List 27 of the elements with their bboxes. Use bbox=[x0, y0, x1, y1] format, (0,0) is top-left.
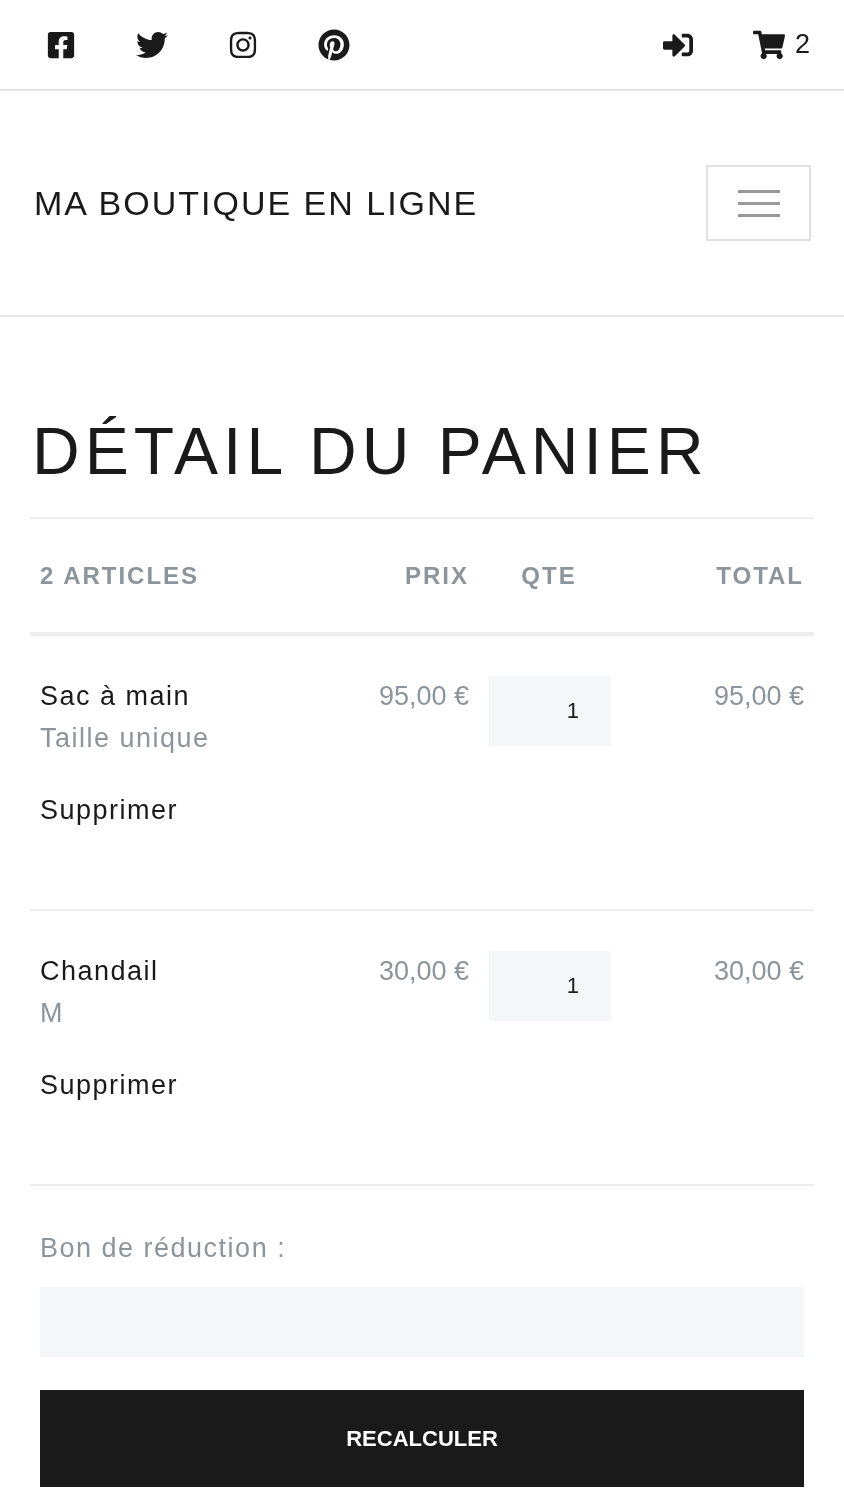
remove-link[interactable]: Supprimer bbox=[40, 790, 319, 831]
column-header: TOTAL bbox=[715, 560, 804, 591]
page-title: DÉTAIL DU PANIER bbox=[31, 413, 710, 489]
product-price: 95,00 € bbox=[377, 680, 469, 713]
column-header: PRIX bbox=[404, 560, 469, 591]
brand-name[interactable]: MA BOUTIQUE EN LIGNE bbox=[34, 177, 479, 229]
product-variant: Taille unique bbox=[40, 722, 211, 755]
menu-button[interactable] bbox=[706, 165, 811, 241]
cart-count: 2 bbox=[794, 28, 810, 62]
instagram-icon[interactable] bbox=[228, 29, 258, 60]
quantity-field[interactable]: 1 bbox=[489, 676, 611, 746]
line-total: 30,00 € bbox=[712, 955, 804, 988]
line-total: 95,00 € bbox=[712, 680, 804, 713]
product-variant: M bbox=[40, 997, 65, 1030]
product-name: Chandail bbox=[40, 955, 160, 988]
cart-icon[interactable] bbox=[752, 28, 785, 61]
column-header: QTE bbox=[520, 560, 578, 591]
column-header: 2 ARTICLES bbox=[40, 560, 201, 591]
menu-icon bbox=[737, 189, 780, 217]
product-price: 30,00 € bbox=[377, 955, 469, 988]
coupon-label: Bon de réduction : bbox=[40, 1232, 288, 1265]
recalculate-button[interactable]: RECALCULER bbox=[40, 1389, 804, 1487]
facebook-icon[interactable] bbox=[46, 29, 76, 60]
quantity-field[interactable]: 1 bbox=[489, 951, 611, 1021]
pinterest-icon[interactable] bbox=[318, 28, 350, 61]
product-name: Sac à main bbox=[40, 680, 192, 713]
remove-link[interactable]: Supprimer bbox=[40, 1065, 319, 1106]
